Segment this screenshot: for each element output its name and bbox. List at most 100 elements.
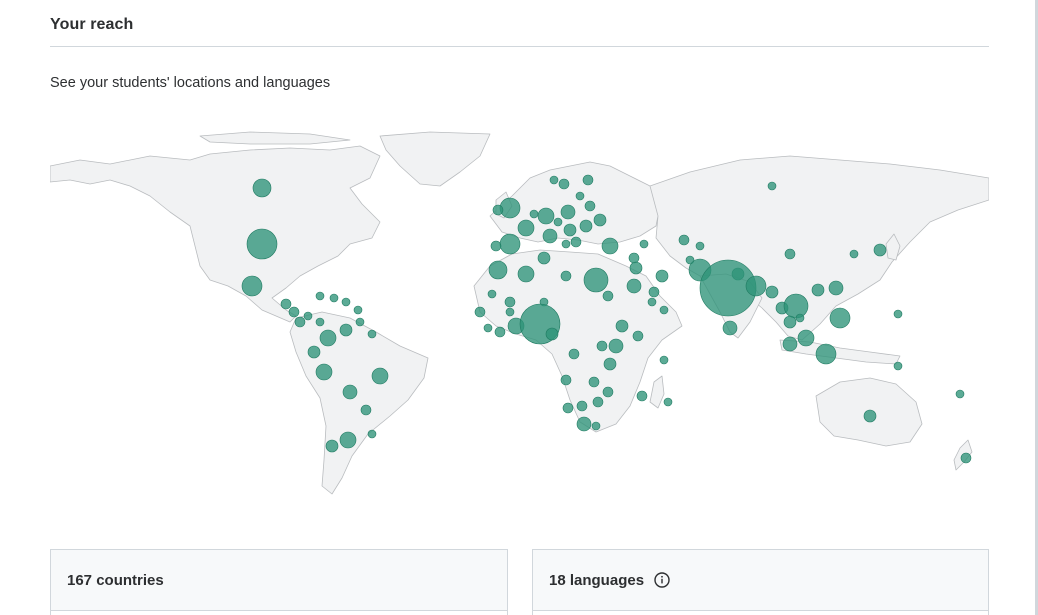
bubble-bangladesh [745, 275, 767, 297]
bubble-caribbean-1 [329, 293, 339, 303]
bubble-angola [560, 374, 572, 386]
world-map-svg[interactable] [50, 126, 989, 496]
bubble-hong-kong [811, 283, 825, 297]
bubble-new-caledonia [955, 389, 965, 399]
bubble-finland [582, 174, 594, 186]
bubble-myanmar [765, 285, 779, 299]
bubble-zambia [588, 376, 600, 388]
bubble-algeria [517, 265, 535, 283]
bubble-mexico [241, 275, 263, 297]
bubble-chile [325, 439, 339, 453]
bubble-sumatra [782, 336, 798, 352]
bubble-iran [655, 269, 669, 283]
land-greenland [379, 131, 491, 187]
bubble-ethiopia [615, 319, 629, 333]
bubble-uzbekistan [695, 241, 705, 251]
bubble-ecuador [307, 345, 321, 359]
bubble-zimbabwe [592, 396, 604, 408]
bubble-seychelles [659, 355, 669, 365]
bubble-uruguay [367, 429, 377, 439]
bubble-france [517, 219, 535, 237]
bubble-botswana [576, 400, 588, 412]
bubble-sweden [558, 178, 570, 190]
bubble-mauritius [663, 397, 673, 407]
bubble-png [893, 361, 903, 371]
bubble-caribbean-3 [353, 305, 363, 315]
bubble-java [797, 329, 815, 347]
bubble-norway [549, 175, 559, 185]
bubble-kazakhstan [678, 234, 690, 246]
bubble-spain [499, 233, 521, 255]
bubble-argentina [339, 431, 357, 449]
bubble-egypt [583, 267, 609, 293]
land-indonesia [779, 339, 901, 365]
bubble-mauritania [504, 296, 516, 308]
languages-card-header: 18 languages [533, 550, 988, 611]
bubble-philippines [829, 307, 851, 329]
bubble-drc [568, 348, 580, 360]
bubble-belarus [584, 200, 596, 212]
bubble-peru [315, 363, 333, 381]
bubble-romania [579, 219, 593, 233]
countries-card-header: 167 countries [51, 550, 507, 611]
bubble-brazil [371, 367, 389, 385]
bubble-ukraine [593, 213, 607, 227]
bubble-ireland [492, 204, 504, 216]
bubble-canada [252, 178, 272, 198]
bubble-libya [560, 270, 572, 282]
bubble-madagascar [636, 390, 648, 402]
bubble-eu-small-1 [529, 209, 539, 219]
bubble-germany [537, 207, 555, 225]
bubble-tunisia [537, 251, 551, 265]
land-arctic-islands [199, 131, 351, 145]
bubble-italy [542, 228, 558, 244]
bubble-morocco [488, 260, 508, 280]
bubble-namibia [562, 402, 574, 414]
bubble-china [784, 248, 796, 260]
bubble-guam [893, 309, 903, 319]
bubble-japan [873, 243, 887, 257]
bubble-cameroon [545, 327, 559, 341]
bubble-somalia [632, 330, 644, 342]
world-map[interactable] [50, 126, 989, 496]
bubble-cambodia [795, 313, 805, 323]
bubble-taiwan [828, 280, 844, 296]
bubble-portugal [490, 240, 502, 252]
bubble-south-africa [576, 416, 592, 432]
bubble-vietnam [783, 293, 809, 319]
bubble-caribbean-5 [315, 317, 325, 327]
bubble-gulf [648, 286, 660, 298]
bubble-korea [849, 249, 859, 259]
countries-card: 167 countries [50, 549, 508, 615]
section-title: Your reach [50, 16, 134, 33]
bubble-new-zealand [960, 452, 972, 464]
bubble-guyana [367, 329, 377, 339]
bubble-venezuela [339, 323, 353, 337]
bubble-mozambique [602, 386, 614, 398]
bubble-eu-small-4 [561, 239, 571, 249]
bubble-uganda [596, 340, 608, 352]
bubble-central-3 [294, 316, 306, 328]
bubble-caribbean-2 [341, 297, 351, 307]
bubble-sudan [602, 290, 614, 302]
bubble-russia [767, 181, 777, 191]
land-madagascar [649, 375, 665, 409]
bubble-australia [863, 409, 877, 423]
bubble-turkey [601, 237, 619, 255]
bubble-syria [628, 252, 640, 264]
land-south-america [289, 311, 429, 495]
info-circle-icon[interactable] [654, 572, 670, 588]
bubble-georgia [639, 239, 649, 249]
bubble-bolivia [342, 384, 358, 400]
bubble-sri-lanka [722, 320, 738, 336]
bubble-balkans [563, 223, 577, 237]
bubble-cuba [315, 291, 325, 301]
bubble-central-1 [280, 298, 292, 310]
countries-count: 167 countries [67, 571, 164, 589]
bubble-senegal [474, 306, 486, 318]
bubble-eu-small-3 [575, 191, 585, 201]
bubble-kenya [608, 338, 624, 354]
bubble-uk [499, 197, 521, 219]
languages-card: 18 languages [532, 549, 989, 615]
bubble-iraq [629, 261, 643, 275]
